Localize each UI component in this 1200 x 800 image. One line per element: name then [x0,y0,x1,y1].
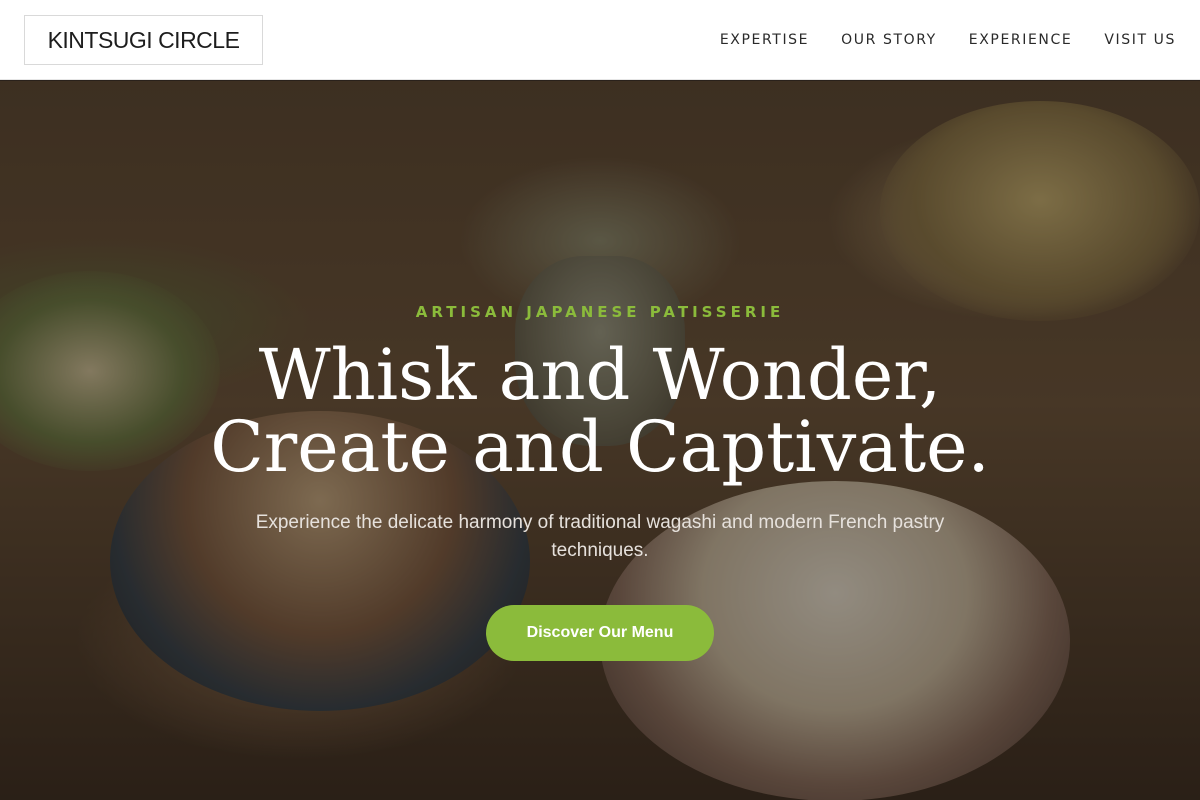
hero-section: ARTISAN JAPANESE PATISSERIE Whisk and Wo… [0,81,1200,800]
main-nav: EXPERTISE OUR STORY EXPERIENCE VISIT US [720,0,1176,80]
nav-link-our-story[interactable]: OUR STORY [841,32,937,48]
site-header: KINTSUGI CIRCLE EXPERTISE OUR STORY EXPE… [0,0,1200,80]
hero-headline-line-1: Whisk and Wonder, [258,334,942,416]
hero-headline: Whisk and Wonder, Create and Captivate. [0,339,1200,483]
nav-link-experience[interactable]: EXPERIENCE [969,32,1073,48]
nav-link-expertise[interactable]: EXPERTISE [720,32,809,48]
hero-headline-line-2: Create and Captivate. [210,406,990,488]
hero-eyebrow: ARTISAN JAPANESE PATISSERIE [415,303,785,321]
hero-subtitle: Experience the delicate harmony of tradi… [255,512,945,561]
site-logo[interactable]: KINTSUGI CIRCLE [24,15,263,65]
hero-content: ARTISAN JAPANESE PATISSERIE Whisk and Wo… [0,81,1200,800]
discover-menu-button[interactable]: Discover Our Menu [486,605,714,661]
nav-link-visit-us[interactable]: VISIT US [1104,32,1176,48]
